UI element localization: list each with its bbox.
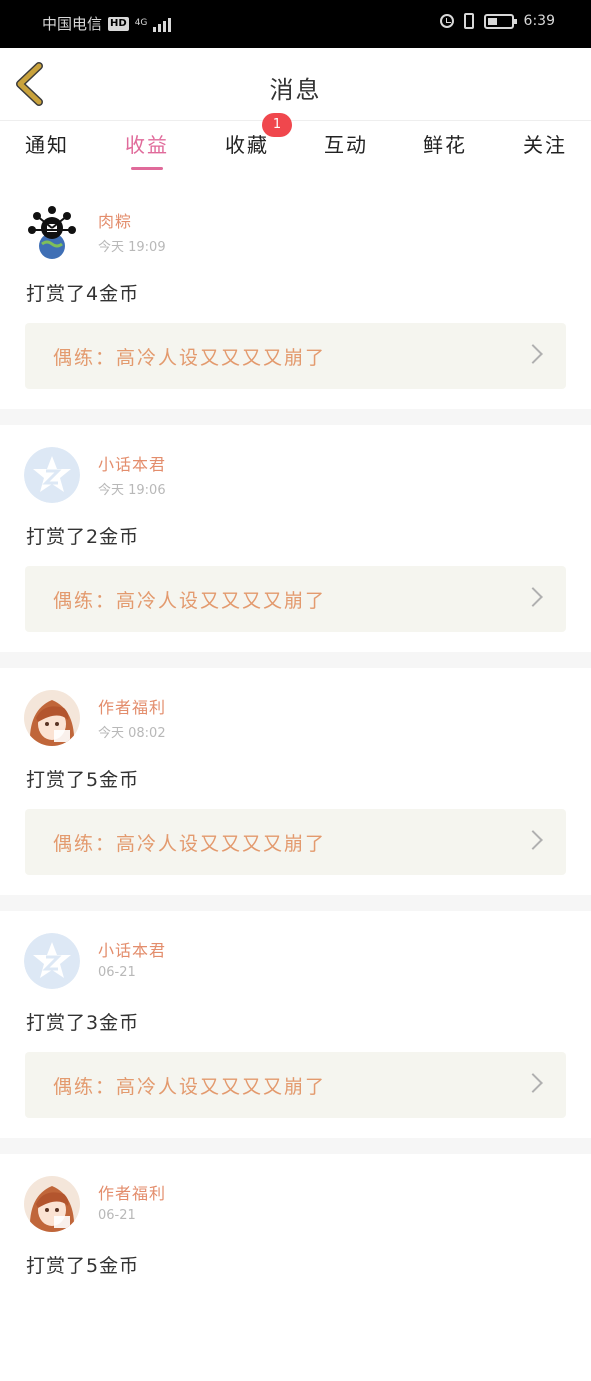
hd-badge: HD — [108, 16, 129, 31]
reward-text: 打赏了2金币 — [26, 526, 140, 548]
divider — [0, 409, 591, 425]
page-title: 消息 — [269, 76, 322, 104]
username[interactable]: 小话本君 — [98, 451, 166, 475]
network-type: 4G — [134, 18, 148, 28]
message-card: 肉粽 今天 19:09 打赏了4金币 偶练：高冷人设又又又又崩了 — [0, 182, 591, 409]
anime-avatar-icon — [24, 690, 80, 746]
message-time: 今天 19:09 — [98, 240, 166, 255]
default-avatar-icon — [24, 933, 80, 989]
message-card: 小话本君 06-21 打赏了3金币 偶练：高冷人设又又又又崩了 — [0, 911, 591, 1138]
default-avatar-icon — [24, 447, 80, 503]
message-time: 今天 19:06 — [98, 483, 166, 498]
username[interactable]: 小话本君 — [98, 937, 166, 961]
message-card: 作者福利 06-21 打赏了5金币 — [0, 1154, 591, 1381]
message-list: 肉粽 今天 19:09 打赏了4金币 偶练：高冷人设又又又又崩了 小话本君 今天… — [0, 182, 591, 1381]
tab-earnings[interactable]: 收益 — [125, 129, 169, 158]
work-link[interactable]: 偶练：高冷人设又又又又崩了 — [25, 1052, 566, 1118]
work-title: 偶练：高冷人设又又又又崩了 — [53, 347, 327, 369]
work-title: 偶练：高冷人设又又又又崩了 — [53, 590, 327, 612]
chevron-right-icon — [523, 830, 543, 850]
avatar[interactable] — [24, 933, 80, 989]
tab-favorites[interactable]: 收藏 — [225, 129, 269, 158]
avatar[interactable] — [24, 447, 80, 503]
battery-icon — [483, 13, 517, 29]
chevron-right-icon — [523, 1073, 543, 1093]
active-tab-indicator — [131, 167, 163, 170]
work-link[interactable]: 偶练：高冷人设又又又又崩了 — [25, 809, 566, 875]
username[interactable]: 肉粽 — [98, 208, 132, 232]
anime-avatar-icon — [24, 1176, 80, 1232]
tab-bar: 通知 收益 收藏 互动 鲜花 关注 — [0, 121, 591, 181]
alarm-icon — [439, 14, 454, 28]
reward-text: 打赏了5金币 — [26, 1255, 140, 1277]
work-link[interactable]: 偶练：高冷人设又又又又崩了 — [25, 323, 566, 389]
tab-interaction[interactable]: 互动 — [324, 129, 368, 158]
vibrate-icon — [463, 13, 474, 29]
reward-text: 打赏了3金币 — [26, 1012, 140, 1034]
carrier-text: 中国电信 — [42, 15, 103, 33]
tab-follow[interactable]: 关注 — [523, 129, 567, 158]
avatar[interactable] — [24, 204, 80, 260]
tab-notice[interactable]: 通知 — [25, 129, 69, 158]
work-title: 偶练：高冷人设又又又又崩了 — [53, 1076, 327, 1098]
avatar[interactable] — [24, 1176, 80, 1232]
status-bar: 中国电信 HD 4G 6:39 — [0, 0, 591, 48]
reward-text: 打赏了4金币 — [26, 283, 140, 305]
nav-bar: 消息 — [0, 48, 591, 121]
work-link[interactable]: 偶练：高冷人设又又又又崩了 — [25, 566, 566, 632]
tab-flowers[interactable]: 鲜花 — [423, 129, 467, 158]
avatar[interactable] — [24, 690, 80, 746]
divider — [0, 1138, 591, 1154]
message-time: 06-21 — [98, 1208, 136, 1223]
chevron-right-icon — [523, 587, 543, 607]
pattern-avatar-icon — [24, 204, 80, 260]
message-card: 作者福利 今天 08:02 打赏了5金币 偶练：高冷人设又又又又崩了 — [0, 668, 591, 895]
status-time: 6:39 — [523, 13, 555, 29]
favorites-badge: 1 — [262, 113, 292, 137]
status-left: 中国电信 HD 4G — [42, 13, 172, 34]
message-time: 06-21 — [98, 965, 136, 980]
status-right: 6:39 — [439, 13, 555, 29]
username[interactable]: 作者福利 — [98, 694, 166, 718]
signal-icon — [153, 16, 172, 32]
message-time: 今天 08:02 — [98, 726, 166, 741]
divider — [0, 895, 591, 911]
reward-text: 打赏了5金币 — [26, 769, 140, 791]
username[interactable]: 作者福利 — [98, 1180, 166, 1204]
work-title: 偶练：高冷人设又又又又崩了 — [53, 833, 327, 855]
divider — [0, 652, 591, 668]
chevron-right-icon — [523, 344, 543, 364]
message-card: 小话本君 今天 19:06 打赏了2金币 偶练：高冷人设又又又又崩了 — [0, 425, 591, 652]
